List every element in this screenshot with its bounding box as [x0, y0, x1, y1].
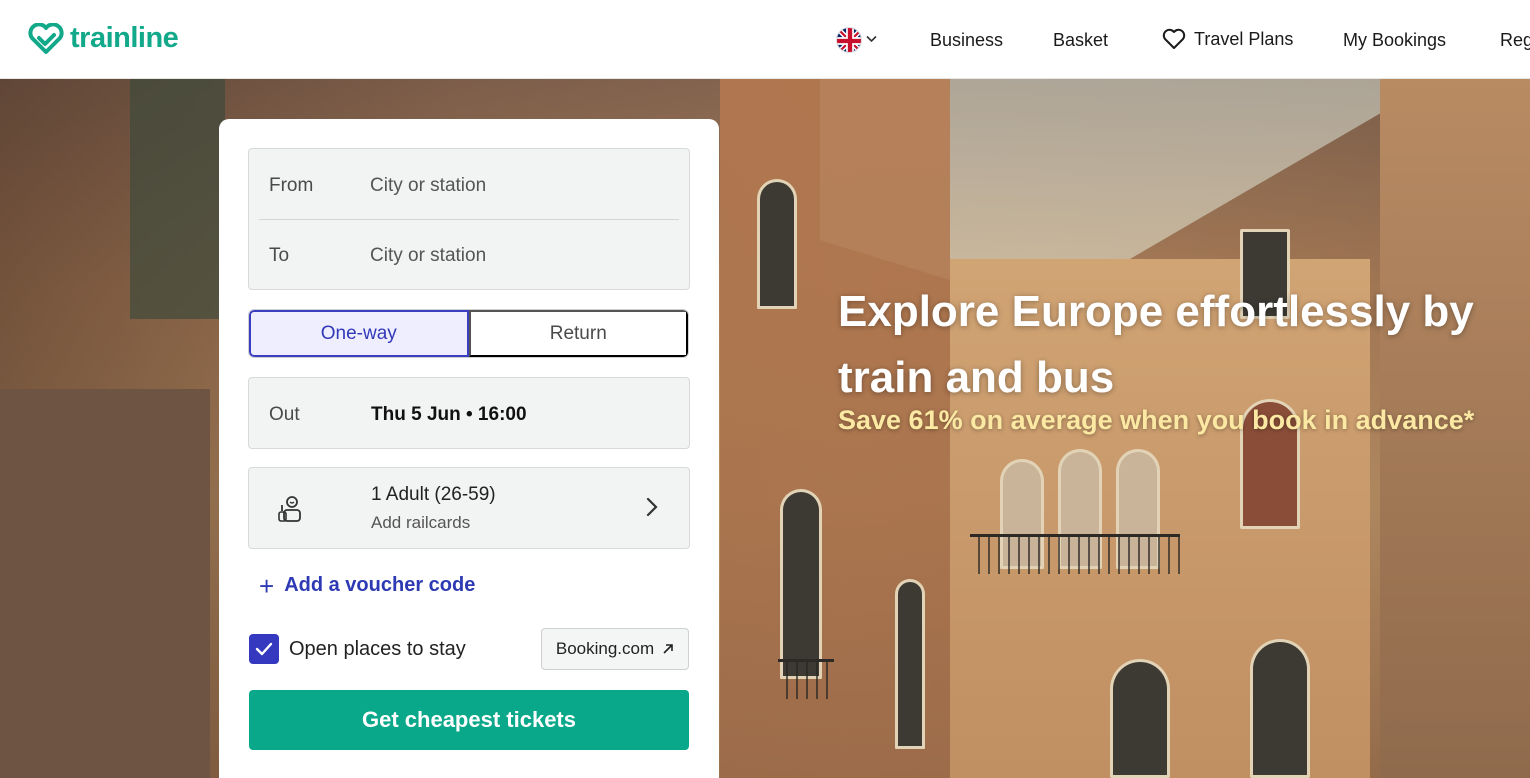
booking-com-link[interactable]: Booking.com	[541, 628, 689, 670]
passenger-count: 1 Adult (26-59)	[371, 484, 496, 505]
out-label: Out	[269, 404, 300, 425]
hero-balcony	[778, 659, 834, 699]
places-to-stay-label: Open places to stay	[289, 637, 466, 660]
nav-my-bookings[interactable]: My Bookings	[1343, 30, 1446, 51]
passengers-field[interactable]: 1 Adult (26-59) Add railcards	[248, 467, 690, 549]
hero-window	[1250, 639, 1310, 778]
heart-icon	[1162, 28, 1186, 49]
places-to-stay-checkbox[interactable]	[249, 634, 279, 664]
out-date-value: Thu 5 Jun • 16:00	[371, 404, 527, 425]
booking-com-label: Booking.com	[555, 639, 655, 658]
origin-destination-box: From To	[248, 148, 690, 290]
add-voucher-link[interactable]: + Add a voucher code	[259, 570, 476, 601]
to-label: To	[269, 245, 290, 266]
add-voucher-label: Add a voucher code	[284, 574, 476, 596]
from-label: From	[269, 175, 314, 196]
nav-business[interactable]: Business	[930, 30, 1003, 51]
heart-logo-icon	[28, 22, 64, 54]
from-input[interactable]	[370, 169, 670, 203]
nav-travel-plans[interactable]: Travel Plans	[1162, 28, 1293, 50]
get-cheapest-tickets-button[interactable]: Get cheapest tickets	[249, 690, 689, 750]
trip-type-toggle: One-way Return	[248, 309, 689, 358]
add-railcards-label: Add railcards	[371, 513, 471, 532]
hero-window	[780, 489, 822, 679]
chevron-right-icon	[646, 497, 658, 517]
hero-balcony	[970, 534, 1180, 574]
hero-window	[757, 179, 797, 309]
return-button[interactable]: Return	[468, 310, 688, 357]
hero-window	[895, 579, 925, 749]
outbound-date-field[interactable]: Out Thu 5 Jun • 16:00	[248, 377, 690, 449]
brand-name: trainline	[70, 22, 179, 54]
hero-wall	[0, 389, 210, 778]
nav-register[interactable]: Reg	[1500, 30, 1530, 51]
to-input[interactable]	[370, 239, 670, 273]
uk-flag-icon	[836, 27, 862, 53]
nav-basket[interactable]: Basket	[1053, 30, 1108, 51]
hero-title: Explore Europe effortlessly by train and…	[838, 287, 1474, 402]
one-way-button[interactable]: One-way	[249, 310, 469, 357]
site-header: trainline Business Basket Travel Plans M…	[0, 0, 1530, 79]
external-link-arrow-icon	[663, 644, 673, 654]
language-selector[interactable]	[836, 27, 877, 53]
search-card: From To One-way Return Out Thu 5 Jun • 1…	[219, 119, 719, 778]
chevron-down-icon	[866, 34, 877, 46]
places-to-stay-option[interactable]: Open places to stay	[249, 634, 466, 664]
checkmark-icon	[255, 642, 273, 656]
hero-window	[1110, 659, 1170, 778]
passenger-icon	[278, 496, 301, 522]
plus-icon: +	[259, 570, 275, 601]
nav-travel-plans-label: Travel Plans	[1194, 28, 1294, 49]
from-row[interactable]: From	[249, 149, 689, 219]
hero-subtitle: Save 61% on average when you book in adv…	[838, 405, 1475, 435]
to-row[interactable]: To	[249, 219, 689, 289]
trainline-logo[interactable]: trainline	[28, 22, 179, 55]
hero-shutter	[130, 79, 225, 319]
